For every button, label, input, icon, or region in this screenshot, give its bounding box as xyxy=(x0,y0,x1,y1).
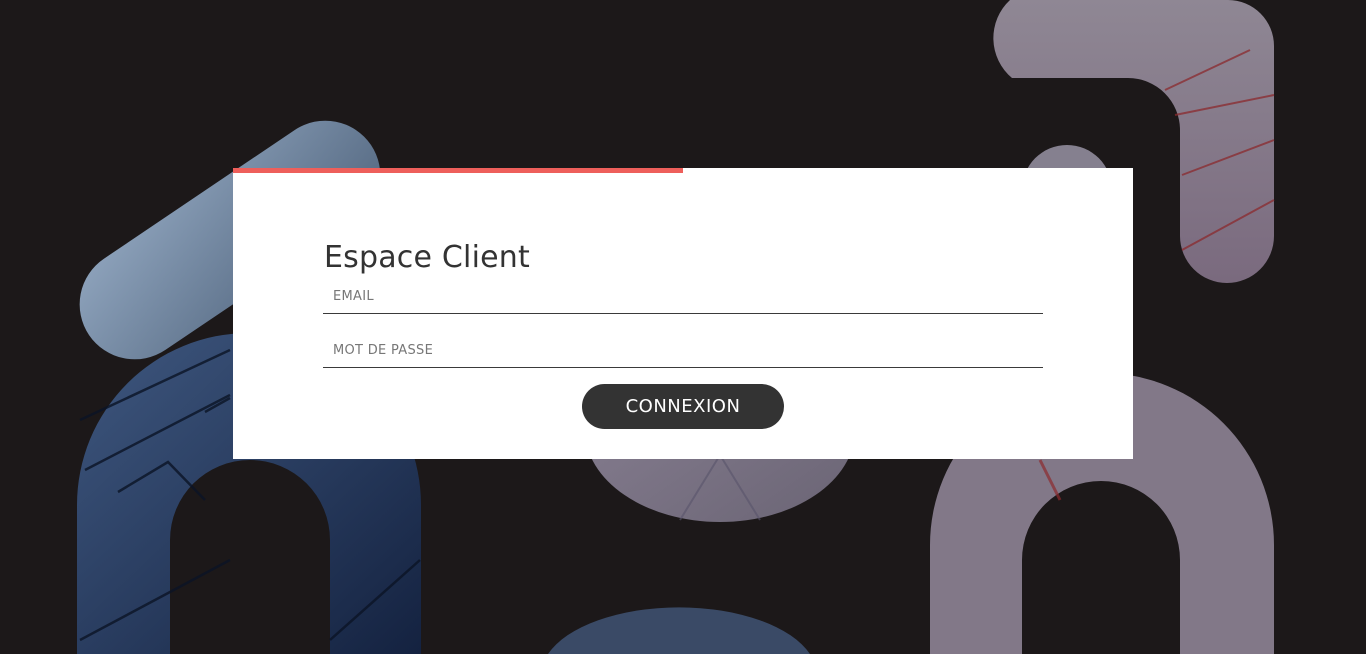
progress-bar-fill xyxy=(233,168,683,173)
login-card: Espace Client CONNEXION xyxy=(233,168,1133,459)
email-field[interactable] xyxy=(323,280,1043,314)
progress-bar xyxy=(233,168,1133,173)
password-field[interactable] xyxy=(323,334,1043,368)
page-title: Espace Client xyxy=(324,240,530,275)
login-page: Espace Client CONNEXION xyxy=(0,0,1366,654)
connexion-button[interactable]: CONNEXION xyxy=(582,384,784,429)
bg-shape-bottom-disk xyxy=(548,607,810,654)
